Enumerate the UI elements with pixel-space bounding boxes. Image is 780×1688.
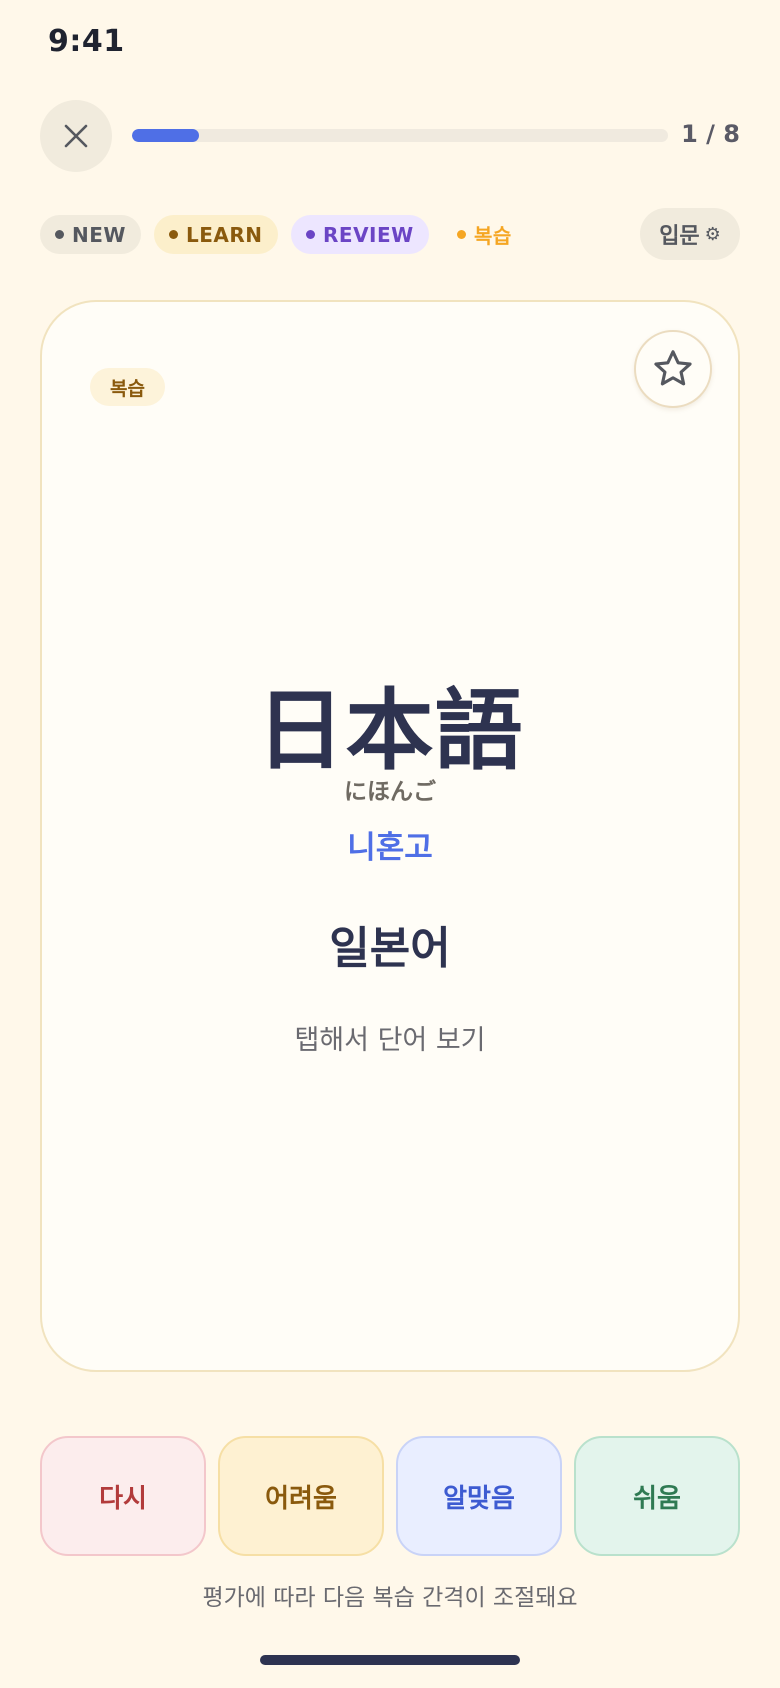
- new-dot-icon: [55, 230, 64, 239]
- word-pronunciation: 니혼고: [347, 830, 433, 866]
- progress-bar: [132, 129, 668, 142]
- level-label: 입문: [659, 224, 700, 249]
- learn-dot-icon: [169, 230, 178, 239]
- rate-again-button[interactable]: 다시: [40, 1436, 206, 1556]
- review-dot-icon: [306, 230, 315, 239]
- card-status-badge: 복습: [90, 368, 165, 406]
- filter-chip-bokseup[interactable]: 복습: [442, 215, 527, 254]
- word-kanji: 日本語: [256, 679, 524, 782]
- progress-count: 1 / 8: [681, 120, 740, 148]
- close-icon: [64, 124, 88, 148]
- progress-fill: [132, 129, 199, 142]
- favorite-button[interactable]: [634, 330, 712, 408]
- tap-hint: 탭해서 단어 보기: [294, 1025, 486, 1056]
- word-reading: にほんご: [344, 779, 436, 805]
- filter-chip-new[interactable]: NEW: [40, 215, 141, 254]
- filter-chip-label: REVIEW: [323, 222, 414, 247]
- word-meaning: 일본어: [329, 923, 451, 974]
- rate-good-button[interactable]: 알맞음: [396, 1436, 562, 1556]
- star-icon: [654, 350, 692, 386]
- filter-chip-label: NEW: [72, 222, 126, 247]
- rate-easy-button[interactable]: 쉬움: [574, 1436, 740, 1556]
- filter-chip-review[interactable]: REVIEW: [291, 215, 429, 254]
- rating-note: 평가에 따라 다음 복습 간격이 조절돼요: [202, 1585, 578, 1611]
- filter-chip-label: 복습: [474, 224, 512, 248]
- close-button[interactable]: [40, 100, 112, 172]
- level-select-button[interactable]: 입문 ⚙: [640, 208, 740, 260]
- filter-chip-learn[interactable]: LEARN: [154, 215, 278, 254]
- bokseup-dot-icon: [457, 230, 466, 239]
- home-indicator[interactable]: [260, 1655, 520, 1665]
- filter-chip-label: LEARN: [186, 222, 263, 247]
- flashcard[interactable]: 복습 日本語 にほんご 니혼고 일본어 탭해서 단어 보기: [40, 300, 740, 1372]
- status-bar-time: 9:41: [48, 24, 125, 59]
- rate-hard-button[interactable]: 어려움: [218, 1436, 384, 1556]
- gear-icon: ⚙: [704, 223, 721, 245]
